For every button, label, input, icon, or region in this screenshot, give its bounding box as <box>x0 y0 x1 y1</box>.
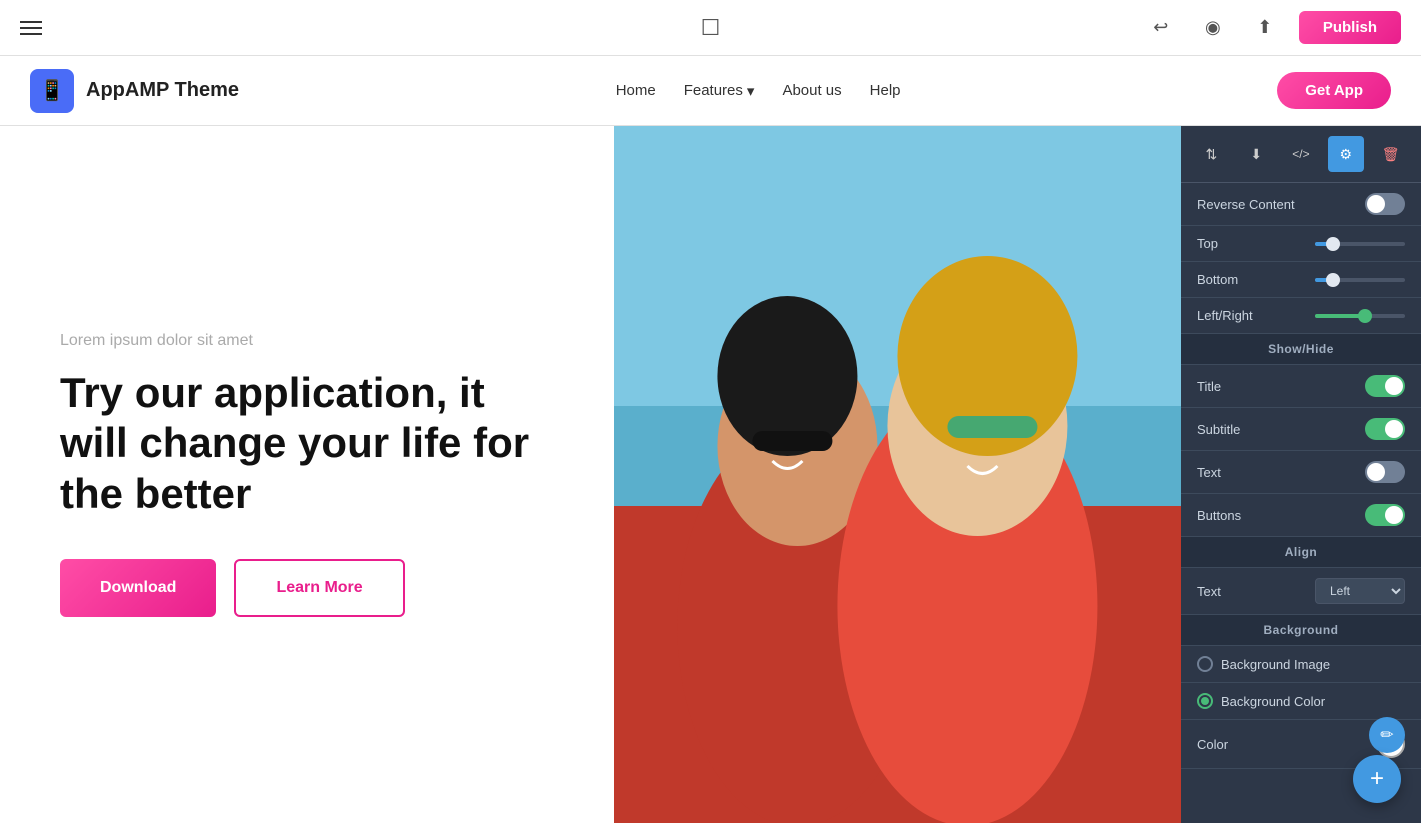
title-toggle-row: Title <box>1181 365 1421 408</box>
text-label: Text <box>1197 465 1221 480</box>
brand: 📱 AppAMP Theme <box>30 69 239 113</box>
dropdown-arrow-icon: ▾ <box>747 82 755 100</box>
bg-color-label: Background Color <box>1221 694 1405 709</box>
edit-fab-button[interactable]: ✏ <box>1369 717 1405 753</box>
background-section-title: Background <box>1181 615 1421 646</box>
cloud-upload-button[interactable]: ⬆ <box>1247 10 1283 46</box>
hero-section: Lorem ipsum dolor sit amet Try our appli… <box>0 126 1181 823</box>
panel-code-button[interactable]: </> <box>1283 136 1319 172</box>
main-area: Lorem ipsum dolor sit amet Try our appli… <box>0 126 1421 823</box>
publish-button[interactable]: Publish <box>1299 11 1401 44</box>
hero-left: Lorem ipsum dolor sit amet Try our appli… <box>0 126 614 823</box>
bg-color-radio[interactable] <box>1197 693 1213 709</box>
bg-color-row: Background Color <box>1181 683 1421 720</box>
bottom-label: Bottom <box>1197 272 1238 287</box>
hero-buttons: Download Learn More <box>60 559 554 617</box>
color-label: Color <box>1197 737 1228 752</box>
top-bar: ☐ ↩ ◉ ⬆ Publish <box>0 0 1421 56</box>
buttons-label: Buttons <box>1197 508 1241 523</box>
add-section-button[interactable]: + <box>1353 755 1401 803</box>
align-text-label: Text <box>1197 584 1221 599</box>
bottom-slider[interactable] <box>1315 278 1405 282</box>
left-right-row: Left/Right <box>1181 298 1421 334</box>
eye-button[interactable]: ◉ <box>1195 10 1231 46</box>
buttons-toggle[interactable] <box>1365 504 1405 526</box>
learn-more-button[interactable]: Learn More <box>234 559 404 617</box>
panel-delete-button[interactable]: 🗑 <box>1373 136 1409 172</box>
reverse-content-label: Reverse Content <box>1197 197 1295 212</box>
top-bar-center: ☐ <box>701 15 721 41</box>
menu-icon[interactable] <box>20 21 42 35</box>
nav-features[interactable]: Features ▾ <box>684 82 755 100</box>
subtitle-label: Subtitle <box>1197 422 1240 437</box>
brand-name: AppAMP Theme <box>86 79 239 102</box>
top-label: Top <box>1197 236 1218 251</box>
top-bar-right: ↩ ◉ ⬆ Publish <box>1143 10 1401 46</box>
text-toggle[interactable] <box>1365 461 1405 483</box>
reverse-content-toggle[interactable] <box>1365 193 1405 215</box>
settings-panel: ⇅ ⬇ </> ⚙ 🗑 Reverse Content Top <box>1181 126 1421 823</box>
brand-icon: 📱 <box>30 69 74 113</box>
nav-home[interactable]: Home <box>616 82 656 99</box>
hero-image-area <box>614 126 1181 823</box>
left-right-slider[interactable] <box>1315 314 1405 318</box>
buttons-toggle-row: Buttons <box>1181 494 1421 537</box>
top-bar-left <box>20 21 42 35</box>
undo-button[interactable]: ↩ <box>1143 10 1179 46</box>
title-toggle[interactable] <box>1365 375 1405 397</box>
site-navbar: 📱 AppAMP Theme Home Features ▾ About us … <box>0 56 1421 126</box>
panel-download-button[interactable]: ⬇ <box>1238 136 1274 172</box>
nav-about[interactable]: About us <box>782 82 841 99</box>
top-row: Top <box>1181 226 1421 262</box>
bg-image-label: Background Image <box>1221 657 1405 672</box>
nav-help[interactable]: Help <box>870 82 901 99</box>
hero-title: Try our application, it will change your… <box>60 368 554 519</box>
hero-background-image <box>614 126 1181 823</box>
align-select[interactable]: Left Center Right <box>1315 578 1405 604</box>
panel-toolbar: ⇅ ⬇ </> ⚙ 🗑 <box>1181 126 1421 183</box>
left-right-label: Left/Right <box>1197 308 1253 323</box>
show-hide-section-title: Show/Hide <box>1181 334 1421 365</box>
download-button[interactable]: Download <box>60 559 216 617</box>
phone-preview-icon[interactable]: ☐ <box>701 15 721 41</box>
reorder-icon-button[interactable]: ⇅ <box>1193 136 1229 172</box>
hero-subtitle: Lorem ipsum dolor sit amet <box>60 332 554 350</box>
get-app-button[interactable]: Get App <box>1277 72 1391 109</box>
bg-image-row: Background Image <box>1181 646 1421 683</box>
title-label: Title <box>1197 379 1221 394</box>
nav-links: Home Features ▾ About us Help <box>616 82 901 100</box>
text-toggle-row: Text <box>1181 451 1421 494</box>
panel-settings-button[interactable]: ⚙ <box>1328 136 1364 172</box>
top-slider[interactable] <box>1315 242 1405 246</box>
reverse-content-row: Reverse Content <box>1181 183 1421 226</box>
subtitle-toggle[interactable] <box>1365 418 1405 440</box>
bg-image-radio[interactable] <box>1197 656 1213 672</box>
subtitle-toggle-row: Subtitle <box>1181 408 1421 451</box>
align-text-row: Text Left Center Right <box>1181 568 1421 615</box>
align-section-title: Align <box>1181 537 1421 568</box>
bottom-row: Bottom <box>1181 262 1421 298</box>
